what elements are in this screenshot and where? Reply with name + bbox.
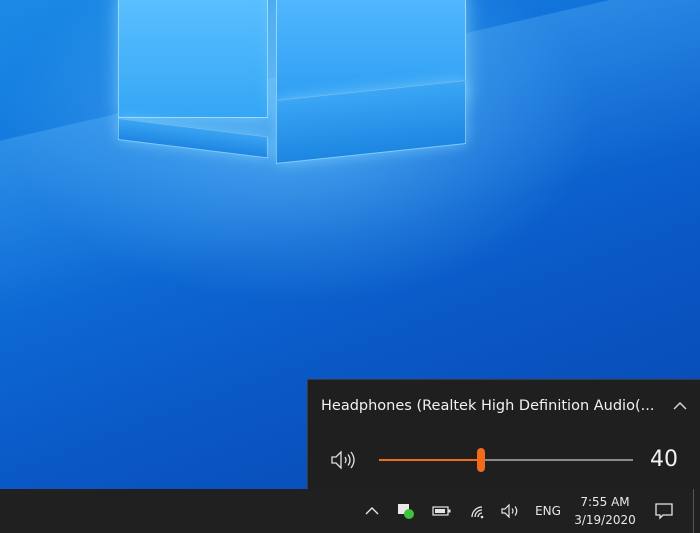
clock-time: 7:55 AM bbox=[580, 495, 630, 509]
chevron-up-icon[interactable] bbox=[360, 489, 384, 533]
app-tray-icon[interactable] bbox=[394, 489, 418, 533]
chevron-up-icon[interactable] bbox=[672, 398, 688, 412]
show-desktop-button[interactable] bbox=[693, 489, 696, 533]
speaker-icon[interactable] bbox=[330, 449, 358, 471]
battery-icon[interactable] bbox=[430, 489, 454, 533]
volume-slider-thumb[interactable] bbox=[476, 448, 485, 472]
audio-device-name[interactable]: Headphones (Realtek High Definition Audi… bbox=[321, 398, 654, 414]
volume-slider-fill bbox=[379, 459, 481, 461]
clock[interactable]: 7:55 AM 3/19/2020 bbox=[570, 489, 640, 533]
notification-icon[interactable] bbox=[648, 489, 680, 533]
taskbar: ENG 7:55 AM 3/19/2020 bbox=[0, 489, 700, 533]
wifi-icon[interactable] bbox=[466, 489, 490, 533]
volume-slider[interactable] bbox=[379, 448, 633, 472]
clock-date: 3/19/2020 bbox=[574, 513, 636, 527]
windows-logo-pane bbox=[118, 0, 268, 118]
volume-flyout: Headphones (Realtek High Definition Audi… bbox=[307, 379, 700, 489]
volume-value: 40 bbox=[650, 447, 678, 472]
language-indicator[interactable]: ENG bbox=[530, 489, 566, 533]
speaker-icon[interactable] bbox=[498, 489, 524, 533]
